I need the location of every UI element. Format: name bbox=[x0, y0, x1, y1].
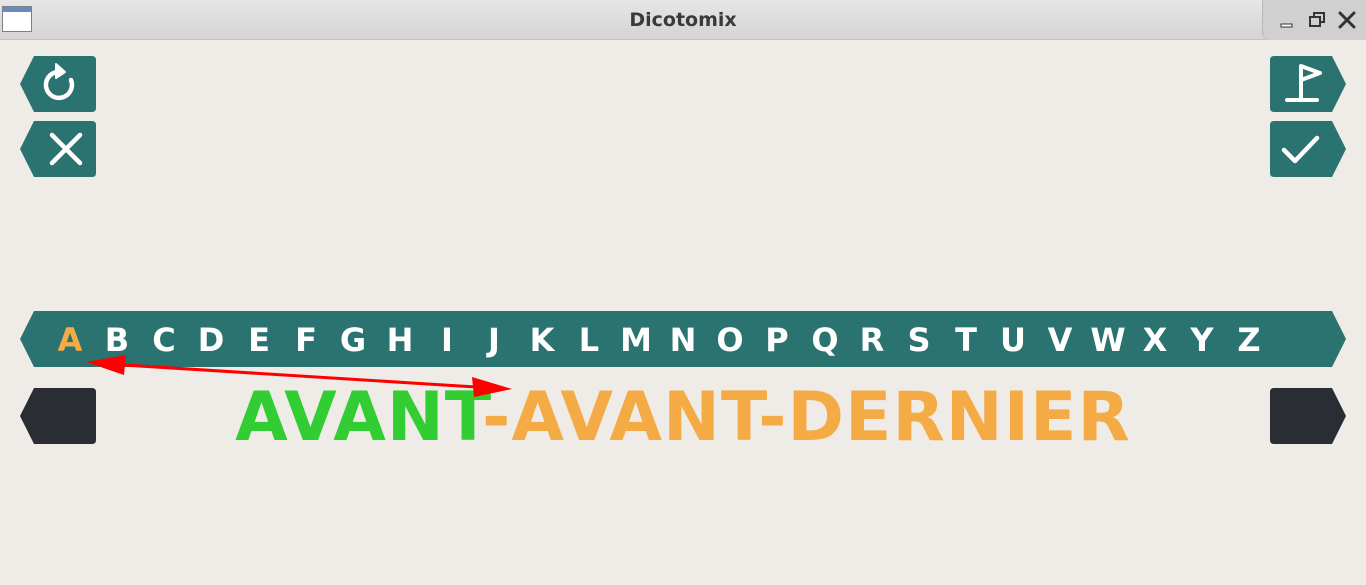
double-arrow-annotation bbox=[86, 355, 512, 397]
